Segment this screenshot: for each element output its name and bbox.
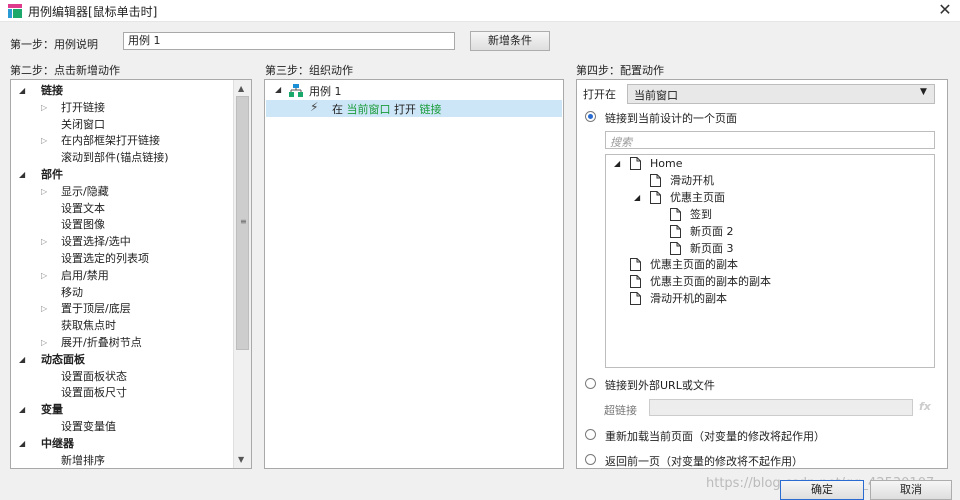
grip-icon: ≡ bbox=[240, 217, 247, 226]
tree-item-label: 设置文本 bbox=[61, 201, 105, 215]
add-condition-button[interactable]: 新增条件 bbox=[470, 31, 550, 51]
page-tree-label: 优惠主页面的副本 bbox=[650, 258, 738, 272]
configure-action-panel: 打开在 当前窗口 ▼ 链接到当前设计的一个页面 搜索 ◢ Home 滑动开机 ◢ 优惠主… bbox=[576, 79, 948, 469]
radio-reload-page[interactable] bbox=[585, 429, 596, 440]
step1-label: 第一步：用例说明 bbox=[10, 38, 98, 51]
case-name-input[interactable]: 用例 1 bbox=[123, 32, 455, 50]
page-tree-label: 优惠主页面 bbox=[670, 190, 725, 204]
radio-current-page[interactable] bbox=[585, 111, 596, 122]
tree-item-label: 在内部框架打开链接 bbox=[61, 134, 160, 148]
tree-item-label: 部件 bbox=[41, 168, 63, 181]
cancel-button[interactable]: 取消 bbox=[870, 480, 952, 500]
page-icon bbox=[630, 292, 641, 306]
action-tree: ◢ 链接 ▷ 打开链接关闭窗口 ▷ 在内部框架打开链接 滚动到部件(锚点链接) ◢ 部件 ▷ 显示/… bbox=[11, 80, 233, 468]
expanded-icon[interactable]: ◢ bbox=[614, 156, 620, 172]
expanded-icon[interactable]: ◢ bbox=[19, 83, 25, 99]
tree-item-label: 设置面板状态 bbox=[61, 369, 127, 383]
action-text: 在 当前窗口 打开 链接 bbox=[332, 103, 442, 116]
tree-item-label: 变量 bbox=[41, 403, 63, 417]
tree-item-label: 显示/隐藏 bbox=[61, 184, 109, 198]
hyperlink-label: 超链接 bbox=[604, 404, 637, 417]
page-icon bbox=[630, 258, 641, 272]
tree-item-label: 设置变量值 bbox=[61, 420, 116, 433]
expanded-icon[interactable]: ◢ bbox=[19, 402, 25, 418]
app-icon bbox=[8, 4, 22, 18]
fx-icon[interactable]: fx bbox=[919, 400, 931, 413]
tree-item-label: 启用/禁用 bbox=[61, 268, 109, 282]
case-icon bbox=[289, 84, 303, 97]
radio-go-back[interactable] bbox=[585, 454, 596, 465]
collapsed-icon[interactable]: ▷ bbox=[41, 100, 47, 116]
page-icon bbox=[650, 173, 661, 187]
organize-actions-panel: ◢ 用例 1 ⚡ 在 当前窗口 打开 链接 bbox=[264, 79, 564, 469]
collapsed-icon[interactable]: ▷ bbox=[41, 133, 47, 149]
radio-external-url[interactable] bbox=[585, 378, 596, 389]
page-icon bbox=[630, 275, 641, 289]
tree-item-label: 滚动到部件(锚点链接) bbox=[61, 151, 169, 165]
page-tree-label: 滑动开机 bbox=[670, 173, 714, 187]
tree-item-label: 设置选择/选中 bbox=[61, 235, 131, 249]
tree-item-label: 移动 bbox=[61, 285, 83, 299]
radio-reload-page-label[interactable]: 重新加载当前页面（对变量的修改将起作用） bbox=[605, 428, 825, 444]
open-in-value: 当前窗口 bbox=[634, 89, 678, 102]
lightning-icon: ⚡ bbox=[310, 100, 319, 114]
tree-item-label: 置于顶层/底层 bbox=[61, 302, 131, 316]
close-icon[interactable]: ✕ bbox=[936, 0, 954, 20]
case-expander-icon[interactable]: ◢ bbox=[275, 85, 281, 94]
search-input[interactable]: 搜索 bbox=[605, 131, 935, 149]
page-icon bbox=[670, 241, 681, 255]
collapsed-icon[interactable]: ▷ bbox=[41, 335, 47, 351]
page-tree-label: 优惠主页面的副本的副本 bbox=[650, 275, 771, 289]
tree-item-label: 动态面板 bbox=[41, 352, 85, 366]
tree-item-label: 新增排序 bbox=[61, 453, 105, 467]
tree-item-label: 设置图像 bbox=[61, 218, 105, 232]
tree-item-label: 展开/折叠树节点 bbox=[61, 336, 142, 349]
expanded-icon[interactable]: ◢ bbox=[19, 167, 25, 183]
tree-item-label: 关闭窗口 bbox=[61, 117, 105, 131]
radio-external-url-label[interactable]: 链接到外部URL或文件 bbox=[605, 377, 715, 393]
step2-label: 第二步：点击新增动作 bbox=[10, 64, 120, 77]
action-row[interactable]: ⚡ 在 当前窗口 打开 链接 bbox=[266, 100, 562, 117]
tree-item-label: 设置面板尺寸 bbox=[61, 386, 127, 400]
collapsed-icon[interactable]: ▷ bbox=[41, 234, 47, 250]
page-icon bbox=[670, 224, 681, 238]
page-tree: ◢ Home 滑动开机 ◢ 优惠主页面签到新页面 2 新页面 3 优惠主页面的副本优惠主页面… bbox=[605, 154, 935, 368]
expanded-icon[interactable]: ◢ bbox=[19, 352, 25, 368]
radio-current-page-label[interactable]: 链接到当前设计的一个页面 bbox=[605, 110, 737, 126]
tree-item-label: 打开链接 bbox=[61, 100, 105, 114]
dropdown-arrow-icon: ▼ bbox=[920, 87, 927, 97]
radio-go-back-label[interactable]: 返回前一页（对变量的修改将不起作用） bbox=[605, 453, 803, 469]
tree-item-label: 链接 bbox=[41, 84, 63, 97]
action-tree-scrollbar[interactable]: ▲ ≡ ▼ bbox=[233, 80, 251, 468]
action-tree-panel: ◢ 链接 ▷ 打开链接关闭窗口 ▷ 在内部框架打开链接 滚动到部件(锚点链接) ◢ 部件 ▷ 显示/… bbox=[10, 79, 252, 469]
scroll-down-icon[interactable]: ▼ bbox=[238, 455, 244, 464]
page-icon bbox=[650, 190, 661, 204]
step4-label: 第四步：配置动作 bbox=[576, 64, 664, 77]
page-tree-label: 签到 bbox=[690, 207, 712, 221]
page-tree-label: Home bbox=[650, 157, 683, 170]
page-tree-label: 新页面 3 bbox=[690, 241, 734, 255]
page-tree-label: 新页面 2 bbox=[690, 224, 734, 238]
tree-item-label: 中继器 bbox=[41, 436, 74, 450]
case-label[interactable]: 用例 1 bbox=[309, 83, 342, 99]
open-in-select[interactable]: 当前窗口 ▼ bbox=[627, 84, 935, 104]
collapsed-icon[interactable]: ▷ bbox=[41, 301, 47, 317]
expanded-icon[interactable]: ◢ bbox=[634, 190, 640, 206]
page-icon bbox=[670, 207, 681, 221]
hyperlink-input[interactable] bbox=[649, 399, 913, 416]
scroll-up-icon[interactable]: ▲ bbox=[238, 84, 244, 93]
collapsed-icon[interactable]: ▷ bbox=[41, 268, 47, 284]
ok-button[interactable]: 确定 bbox=[780, 480, 864, 500]
page-icon bbox=[630, 157, 641, 170]
step3-label: 第三步：组织动作 bbox=[265, 64, 353, 77]
open-in-label: 打开在 bbox=[583, 88, 616, 101]
window-title: 用例编辑器[鼠标单击时] bbox=[28, 5, 158, 19]
title-bar: 用例编辑器[鼠标单击时] ✕ bbox=[0, 0, 960, 22]
tree-item-label: 设置选定的列表项 bbox=[61, 252, 149, 265]
collapsed-icon[interactable]: ▷ bbox=[41, 184, 47, 200]
tree-item-label: 获取焦点时 bbox=[61, 319, 116, 333]
page-tree-label: 滑动开机的副本 bbox=[650, 292, 727, 306]
expanded-icon[interactable]: ◢ bbox=[19, 436, 25, 452]
scroll-thumb[interactable]: ≡ bbox=[236, 96, 249, 350]
